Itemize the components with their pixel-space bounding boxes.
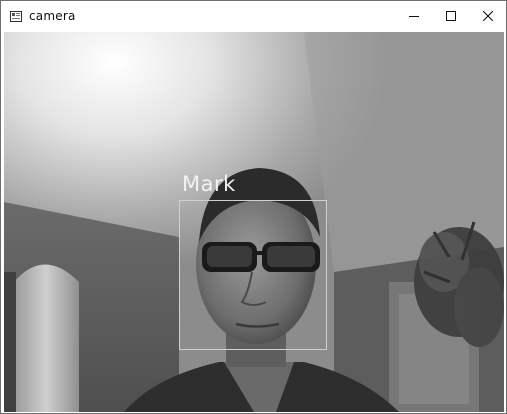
title-bar[interactable]: camera — [1, 1, 506, 31]
window-title: camera — [29, 9, 76, 23]
window-controls — [395, 1, 506, 31]
close-button[interactable] — [469, 1, 506, 31]
face-detection-box — [179, 200, 327, 350]
close-icon — [482, 11, 493, 21]
maximize-icon — [445, 11, 456, 21]
maximize-button[interactable] — [432, 1, 469, 31]
camera-window: camera Mark — [0, 0, 507, 414]
minimize-icon — [408, 16, 419, 17]
minimize-button[interactable] — [395, 1, 432, 31]
app-icon — [9, 10, 23, 22]
camera-feed: Mark — [4, 32, 504, 412]
face-label: Mark — [182, 172, 236, 196]
